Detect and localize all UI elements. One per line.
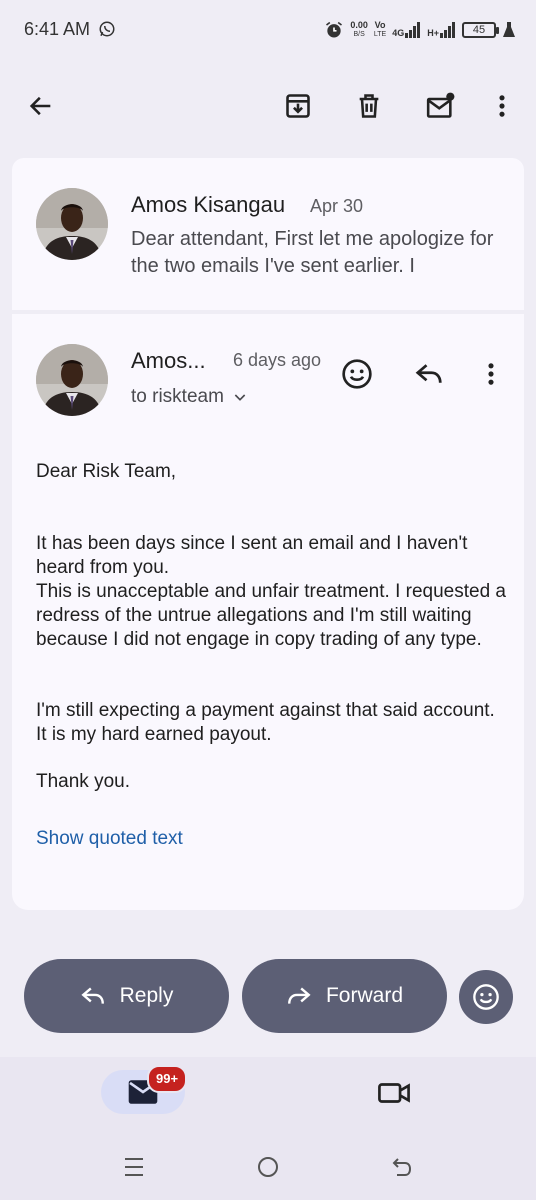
message-date: 6 days ago (233, 350, 322, 370)
recent-apps-button[interactable] (114, 1149, 154, 1185)
more-vert-icon (499, 95, 505, 117)
forward-action-button[interactable]: Forward (242, 959, 447, 1033)
home-button[interactable] (248, 1149, 288, 1185)
expanded-message-card: Amos... 6 days ago to riskteam Dear Risk… (12, 314, 524, 910)
message-date: Apr 30 (310, 196, 364, 216)
menu-lines-icon (125, 1158, 143, 1176)
back-nav-button[interactable] (382, 1149, 422, 1185)
avatar (36, 344, 108, 416)
status-time: 6:41 AM (24, 19, 91, 39)
more-options-button[interactable] (482, 86, 522, 126)
archive-icon (286, 94, 310, 118)
signal-1: 4G (392, 22, 421, 38)
emoji-icon (473, 984, 499, 1010)
emoji-icon (342, 359, 372, 389)
reply-label: Reply (119, 984, 174, 1007)
sender-name: Amos Kisangau (131, 192, 286, 217)
flask-icon (503, 22, 515, 37)
whatsapp-icon (99, 21, 115, 37)
recipient-details-toggle[interactable]: to riskteam (131, 386, 248, 408)
message-snippet: Dear attendant, First let me apologize f… (131, 228, 494, 277)
back-arrow-icon (29, 96, 51, 116)
react-emoji-button[interactable] (459, 970, 513, 1024)
collapsed-message-card[interactable]: Amos Kisangau Apr 30 Dear attendant, Fir… (12, 158, 524, 310)
add-reaction-button[interactable] (337, 354, 377, 394)
bottom-navigation: 99+ (0, 1057, 536, 1200)
message-paragraph: It has been days since I sent an email a… (36, 533, 468, 578)
status-indicators: 0.00 B/S Vo LTE 4G H+ 45 (324, 16, 516, 44)
message-paragraph: This is unacceptable and unfair treatmen… (36, 581, 506, 650)
mark-unread-button[interactable] (421, 86, 461, 126)
volte-indicator: Vo LTE (373, 20, 387, 39)
recipient-label: to riskteam (131, 386, 224, 407)
mark-unread-icon (426, 92, 455, 118)
show-quoted-text-link[interactable]: Show quoted text (36, 828, 183, 850)
home-circle-icon (258, 1157, 278, 1177)
avatar (36, 188, 108, 260)
message-more-button[interactable] (471, 354, 511, 394)
reply-action-button[interactable]: Reply (24, 959, 229, 1033)
reply-icon (415, 364, 442, 383)
message-greeting: Dear Risk Team, (36, 461, 177, 482)
forward-label: Forward (325, 984, 404, 1007)
delete-button[interactable] (349, 86, 389, 126)
chevron-down-icon (234, 394, 246, 401)
meet-tab[interactable] (374, 1076, 414, 1110)
battery-icon: 45 (462, 22, 499, 38)
reply-button[interactable] (409, 354, 449, 394)
delete-icon (359, 94, 379, 118)
sender-name: Amos... (131, 348, 206, 373)
message-closing: Thank you. (36, 771, 130, 792)
net-speed: 0.00 B/S (350, 20, 368, 39)
alarm-icon (326, 21, 343, 38)
back-nav-icon (392, 1158, 412, 1176)
message-paragraph: I'm still expecting a payment against th… (36, 700, 495, 745)
status-bar: 6:41 AM 0.00 B/S Vo LTE 4G H+ 45 (0, 0, 536, 60)
more-vert-icon (488, 363, 494, 385)
back-button[interactable] (21, 86, 61, 126)
signal-bars-icon (405, 22, 421, 38)
reply-icon (81, 987, 104, 1004)
signal-bars-icon (440, 22, 455, 38)
video-camera-icon (378, 1083, 410, 1103)
unread-count-badge: 99+ (147, 1065, 188, 1093)
archive-button[interactable] (278, 86, 318, 126)
forward-icon (288, 987, 311, 1004)
signal-2: H+ (427, 22, 456, 38)
message-toolbar (0, 72, 536, 142)
